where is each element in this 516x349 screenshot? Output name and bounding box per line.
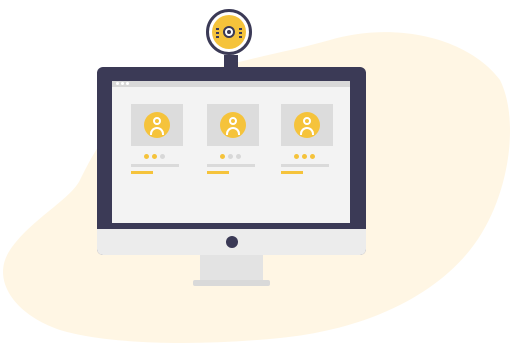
window-dot — [126, 82, 129, 85]
rating-dot-filled — [310, 154, 315, 159]
webcam-indicator — [216, 28, 219, 30]
accent-placeholder-line — [131, 171, 153, 174]
user-avatar-icon — [294, 112, 320, 138]
window-controls — [116, 82, 129, 85]
profile-photo — [281, 104, 333, 146]
rating-dot-empty — [236, 154, 241, 159]
profile-card — [281, 104, 333, 174]
window-dot — [116, 82, 119, 85]
webcam-indicator — [239, 36, 242, 38]
text-placeholder-line — [281, 164, 329, 167]
webcam-clip — [224, 55, 238, 69]
monitor-base — [193, 280, 270, 286]
monitor-stand — [200, 255, 263, 282]
webcam-lens-center — [227, 30, 231, 34]
webcam-indicator — [239, 32, 242, 34]
rating-dots — [294, 154, 333, 159]
power-button-icon — [226, 236, 238, 248]
profile-card — [131, 104, 183, 174]
text-placeholder-line — [131, 164, 179, 167]
rating-dots — [220, 154, 259, 159]
accent-placeholder-line — [281, 171, 303, 174]
accent-placeholder-line — [207, 171, 229, 174]
webcam-indicator — [239, 28, 242, 30]
user-avatar-icon — [220, 112, 246, 138]
rating-dot-filled — [152, 154, 157, 159]
rating-dot-filled — [294, 154, 299, 159]
window-dot — [121, 82, 124, 85]
profile-photo — [131, 104, 183, 146]
rating-dot-empty — [228, 154, 233, 159]
webcam-indicator — [216, 36, 219, 38]
user-avatar-icon — [144, 112, 170, 138]
text-placeholder-line — [207, 164, 255, 167]
rating-dot-empty — [160, 154, 165, 159]
profile-card — [207, 104, 259, 174]
rating-dot-filled — [302, 154, 307, 159]
webcam-indicator — [216, 32, 219, 34]
rating-dot-filled — [220, 154, 225, 159]
rating-dot-filled — [144, 154, 149, 159]
profile-photo — [207, 104, 259, 146]
rating-dots — [144, 154, 183, 159]
